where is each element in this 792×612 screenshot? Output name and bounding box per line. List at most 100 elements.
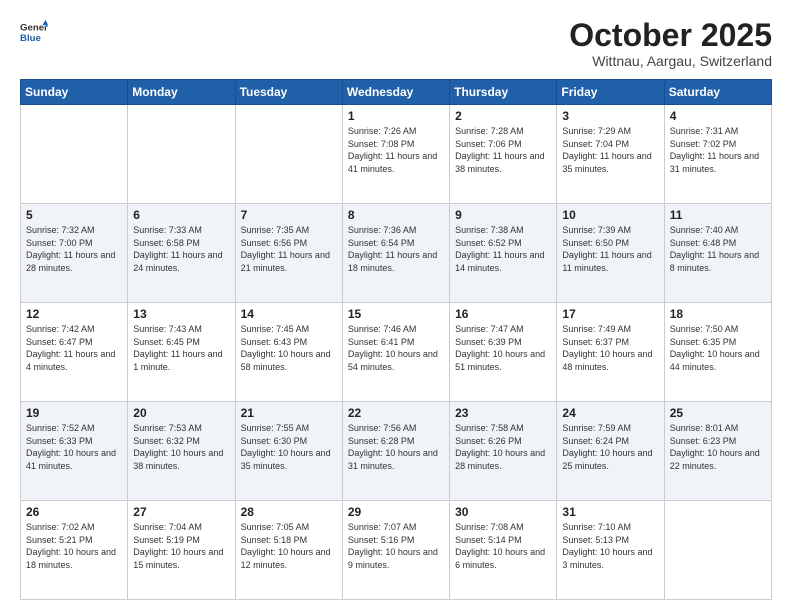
table-row [128, 105, 235, 204]
day-number: 13 [133, 307, 229, 321]
day-info: Sunrise: 7:33 AM Sunset: 6:58 PM Dayligh… [133, 224, 229, 274]
day-number: 24 [562, 406, 658, 420]
day-info: Sunrise: 7:50 AM Sunset: 6:35 PM Dayligh… [670, 323, 766, 373]
table-row: 19 Sunrise: 7:52 AM Sunset: 6:33 PM Dayli… [21, 402, 128, 501]
header-monday: Monday [128, 80, 235, 105]
day-info: Sunrise: 7:55 AM Sunset: 6:30 PM Dayligh… [241, 422, 337, 472]
day-number: 16 [455, 307, 551, 321]
day-number: 21 [241, 406, 337, 420]
header-saturday: Saturday [664, 80, 771, 105]
table-row: 6 Sunrise: 7:33 AM Sunset: 6:58 PM Daylig… [128, 204, 235, 303]
table-row [235, 105, 342, 204]
day-info: Sunrise: 7:46 AM Sunset: 6:41 PM Dayligh… [348, 323, 444, 373]
day-number: 20 [133, 406, 229, 420]
day-number: 17 [562, 307, 658, 321]
day-info: Sunrise: 7:26 AM Sunset: 7:08 PM Dayligh… [348, 125, 444, 175]
day-number: 30 [455, 505, 551, 519]
day-number: 31 [562, 505, 658, 519]
table-row: 23 Sunrise: 7:58 AM Sunset: 6:26 PM Dayli… [450, 402, 557, 501]
day-info: Sunrise: 7:29 AM Sunset: 7:04 PM Dayligh… [562, 125, 658, 175]
table-row: 11 Sunrise: 7:40 AM Sunset: 6:48 PM Dayli… [664, 204, 771, 303]
day-number: 15 [348, 307, 444, 321]
table-row: 16 Sunrise: 7:47 AM Sunset: 6:39 PM Dayli… [450, 303, 557, 402]
table-row: 21 Sunrise: 7:55 AM Sunset: 6:30 PM Dayli… [235, 402, 342, 501]
header-wednesday: Wednesday [342, 80, 449, 105]
header-friday: Friday [557, 80, 664, 105]
day-info: Sunrise: 7:02 AM Sunset: 5:21 PM Dayligh… [26, 521, 122, 571]
table-row: 5Sunrise: 7:32 AM Sunset: 7:00 PM Daylig… [21, 204, 128, 303]
day-info: Sunrise: 7:53 AM Sunset: 6:32 PM Dayligh… [133, 422, 229, 472]
day-info: Sunrise: 8:01 AM Sunset: 6:23 PM Dayligh… [670, 422, 766, 472]
day-number: 28 [241, 505, 337, 519]
table-row: 4 Sunrise: 7:31 AM Sunset: 7:02 PM Daylig… [664, 105, 771, 204]
table-row [21, 105, 128, 204]
table-row: 30 Sunrise: 7:08 AM Sunset: 5:14 PM Dayli… [450, 501, 557, 600]
day-info: Sunrise: 7:39 AM Sunset: 6:50 PM Dayligh… [562, 224, 658, 274]
day-number: 19 [26, 406, 122, 420]
day-info: Sunrise: 7:56 AM Sunset: 6:28 PM Dayligh… [348, 422, 444, 472]
day-number: 8 [348, 208, 444, 222]
calendar-week-row: 12Sunrise: 7:42 AM Sunset: 6:47 PM Dayli… [21, 303, 772, 402]
day-number: 3 [562, 109, 658, 123]
day-number: 27 [133, 505, 229, 519]
day-info: Sunrise: 7:04 AM Sunset: 5:19 PM Dayligh… [133, 521, 229, 571]
table-row [664, 501, 771, 600]
table-row: 13 Sunrise: 7:43 AM Sunset: 6:45 PM Dayli… [128, 303, 235, 402]
day-info: Sunrise: 7:47 AM Sunset: 6:39 PM Dayligh… [455, 323, 551, 373]
table-row: 31 Sunrise: 7:10 AM Sunset: 5:13 PM Dayli… [557, 501, 664, 600]
day-number: 23 [455, 406, 551, 420]
table-row: 29 Sunrise: 7:07 AM Sunset: 5:16 PM Dayli… [342, 501, 449, 600]
table-row: 17 Sunrise: 7:49 AM Sunset: 6:37 PM Dayli… [557, 303, 664, 402]
table-row: 20 Sunrise: 7:53 AM Sunset: 6:32 PM Dayli… [128, 402, 235, 501]
day-info: Sunrise: 7:45 AM Sunset: 6:43 PM Dayligh… [241, 323, 337, 373]
table-row: 14 Sunrise: 7:45 AM Sunset: 6:43 PM Dayli… [235, 303, 342, 402]
calendar-week-row: 26Sunrise: 7:02 AM Sunset: 5:21 PM Dayli… [21, 501, 772, 600]
page: General Blue October 2025 Wittnau, Aarga… [0, 0, 792, 612]
calendar-week-row: 5Sunrise: 7:32 AM Sunset: 7:00 PM Daylig… [21, 204, 772, 303]
day-number: 14 [241, 307, 337, 321]
day-info: Sunrise: 7:36 AM Sunset: 6:54 PM Dayligh… [348, 224, 444, 274]
title-block: October 2025 Wittnau, Aargau, Switzerlan… [569, 18, 772, 69]
day-info: Sunrise: 7:08 AM Sunset: 5:14 PM Dayligh… [455, 521, 551, 571]
day-info: Sunrise: 7:38 AM Sunset: 6:52 PM Dayligh… [455, 224, 551, 274]
day-info: Sunrise: 7:07 AM Sunset: 5:16 PM Dayligh… [348, 521, 444, 571]
day-number: 29 [348, 505, 444, 519]
day-number: 2 [455, 109, 551, 123]
day-number: 4 [670, 109, 766, 123]
table-row: 10Sunrise: 7:39 AM Sunset: 6:50 PM Dayli… [557, 204, 664, 303]
day-info: Sunrise: 7:10 AM Sunset: 5:13 PM Dayligh… [562, 521, 658, 571]
day-info: Sunrise: 7:52 AM Sunset: 6:33 PM Dayligh… [26, 422, 122, 472]
table-row: 3 Sunrise: 7:29 AM Sunset: 7:04 PM Daylig… [557, 105, 664, 204]
table-row: 15 Sunrise: 7:46 AM Sunset: 6:41 PM Dayli… [342, 303, 449, 402]
table-row: 8 Sunrise: 7:36 AM Sunset: 6:54 PM Daylig… [342, 204, 449, 303]
table-row: 7 Sunrise: 7:35 AM Sunset: 6:56 PM Daylig… [235, 204, 342, 303]
day-number: 18 [670, 307, 766, 321]
month-title: October 2025 [569, 18, 772, 53]
day-number: 11 [670, 208, 766, 222]
day-number: 7 [241, 208, 337, 222]
svg-text:Blue: Blue [20, 33, 41, 44]
table-row: 2Sunrise: 7:28 AM Sunset: 7:06 PM Daylig… [450, 105, 557, 204]
day-info: Sunrise: 7:31 AM Sunset: 7:02 PM Dayligh… [670, 125, 766, 175]
day-info: Sunrise: 7:05 AM Sunset: 5:18 PM Dayligh… [241, 521, 337, 571]
table-row: 22 Sunrise: 7:56 AM Sunset: 6:28 PM Dayli… [342, 402, 449, 501]
logo-icon: General Blue [20, 18, 48, 46]
day-info: Sunrise: 7:58 AM Sunset: 6:26 PM Dayligh… [455, 422, 551, 472]
header-thursday: Thursday [450, 80, 557, 105]
header-tuesday: Tuesday [235, 80, 342, 105]
table-row: 24Sunrise: 7:59 AM Sunset: 6:24 PM Dayli… [557, 402, 664, 501]
day-number: 22 [348, 406, 444, 420]
day-info: Sunrise: 7:43 AM Sunset: 6:45 PM Dayligh… [133, 323, 229, 373]
table-row: 1Sunrise: 7:26 AM Sunset: 7:08 PM Daylig… [342, 105, 449, 204]
day-info: Sunrise: 7:35 AM Sunset: 6:56 PM Dayligh… [241, 224, 337, 274]
table-row: 18 Sunrise: 7:50 AM Sunset: 6:35 PM Dayli… [664, 303, 771, 402]
day-number: 9 [455, 208, 551, 222]
day-number: 6 [133, 208, 229, 222]
day-info: Sunrise: 7:49 AM Sunset: 6:37 PM Dayligh… [562, 323, 658, 373]
day-info: Sunrise: 7:40 AM Sunset: 6:48 PM Dayligh… [670, 224, 766, 274]
table-row: 9 Sunrise: 7:38 AM Sunset: 6:52 PM Daylig… [450, 204, 557, 303]
table-row: 25 Sunrise: 8:01 AM Sunset: 6:23 PM Dayli… [664, 402, 771, 501]
header: General Blue October 2025 Wittnau, Aarga… [20, 18, 772, 69]
location: Wittnau, Aargau, Switzerland [569, 53, 772, 69]
day-number: 25 [670, 406, 766, 420]
